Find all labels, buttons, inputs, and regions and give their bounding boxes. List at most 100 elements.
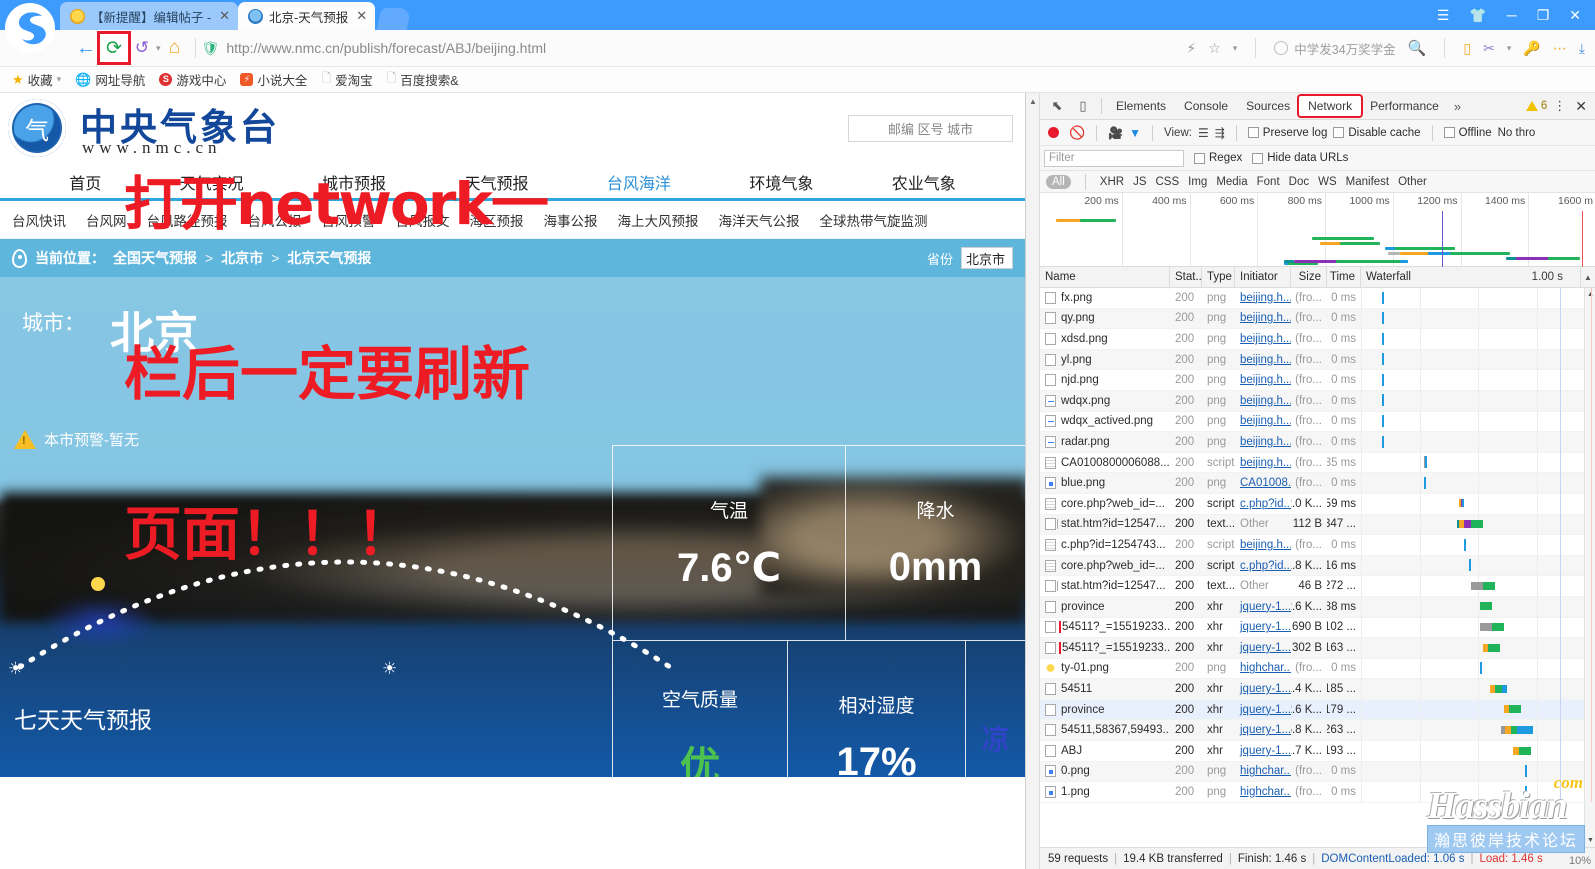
initiator-link[interactable]: beijing.h... [1240, 436, 1291, 448]
subnav-item[interactable]: 海洋天气公报 [719, 210, 800, 230]
nav-item-observation[interactable]: 天气实况 [180, 170, 244, 194]
table-row[interactable]: radar.png 200 png beijing.h... (fro... 0 ms [1040, 431, 1595, 453]
initiator-link[interactable]: c.php?id... [1240, 560, 1291, 572]
initiator-link[interactable]: jquery-1.... [1240, 704, 1291, 716]
initiator-link[interactable]: jquery-1.... [1240, 621, 1291, 633]
initiator-link[interactable]: beijing.h... [1240, 333, 1291, 345]
star-icon[interactable]: ☆ [1208, 40, 1221, 57]
table-row[interactable]: 0.png 200 png highchar... (fro... 0 ms [1040, 761, 1595, 783]
initiator-link[interactable]: beijing.h... [1240, 457, 1291, 469]
history-icon[interactable]: ↺ [128, 34, 156, 62]
initiator-link[interactable]: CA01008... [1240, 477, 1291, 489]
table-row[interactable]: blue.png 200 png CA01008... (fro... 0 ms [1040, 472, 1595, 494]
new-tab-button[interactable] [376, 8, 412, 30]
tab-performance[interactable]: Performance [1361, 96, 1448, 116]
more-options-icon[interactable]: ⋯ [1553, 40, 1567, 57]
scissors-icon[interactable]: ✂ [1483, 40, 1495, 57]
network-overview-timeline[interactable]: 200 ms 400 ms 600 ms 800 ms 1000 ms 1200 ms 14… [1040, 193, 1595, 267]
inspect-element-icon[interactable]: ⬉ [1044, 95, 1070, 117]
key-icon[interactable]: 🔑 [1523, 40, 1540, 57]
nav-item-agriculture[interactable]: 农业气象 [892, 170, 956, 194]
mobile-preview-icon[interactable]: ▯ [1463, 40, 1471, 57]
preserve-log-checkbox[interactable]: Preserve log [1247, 127, 1327, 139]
minimize-icon[interactable]: ─ [1507, 8, 1517, 22]
table-row[interactable]: ABJ 200 xhr jquery-1....1.7 K... 193 ... [1040, 740, 1595, 762]
initiator-link[interactable]: jquery-1.... [1240, 601, 1291, 613]
table-row[interactable]: province 200 xhr jquery-1....2.6 K... 88 ms [1040, 596, 1595, 618]
lightning-icon[interactable]: ⚡ [1186, 40, 1196, 57]
initiator-link[interactable]: beijing.h... [1240, 415, 1291, 427]
table-row[interactable]: wdqx_actived.png 200 png beijing.h... (fro..… [1040, 411, 1595, 433]
record-button[interactable] [1048, 127, 1059, 138]
chevron-down-icon[interactable]: ▾ [57, 74, 62, 85]
subnav-item[interactable]: 海事公报 [544, 210, 598, 230]
initiator-link[interactable]: jquery-1.... [1240, 642, 1291, 654]
nav-item-weather-forecast[interactable]: 天气预报 [464, 170, 528, 194]
type-filter-css[interactable]: CSS [1155, 176, 1179, 188]
menu-icon[interactable]: ☰ [1437, 8, 1450, 22]
province-select[interactable]: 北京市 [961, 247, 1013, 269]
nav-item-home[interactable]: 首页 [69, 170, 101, 194]
nav-item-environment[interactable]: 环境气象 [749, 170, 813, 194]
subnav-item[interactable]: 台风网 [86, 210, 127, 230]
close-devtools-icon[interactable]: ✕ [1573, 98, 1595, 115]
filter-input[interactable]: Filter [1044, 149, 1184, 167]
more-tabs-icon[interactable]: » [1448, 99, 1467, 114]
tab-network[interactable]: Network [1297, 94, 1364, 118]
capture-screenshots-icon[interactable]: 🎥 [1108, 126, 1123, 140]
clear-icon[interactable]: 🚫 [1069, 125, 1085, 141]
type-filter-other[interactable]: Other [1398, 176, 1427, 188]
chevron-down-icon[interactable]: ▾ [1507, 43, 1512, 54]
initiator-link[interactable]: beijing.h... [1240, 312, 1291, 324]
table-row[interactable]: CA0100800006088... 200 script beijing.h... (… [1040, 452, 1595, 474]
tab-console[interactable]: Console [1175, 96, 1237, 116]
chevron-down-icon[interactable]: ▾ [1233, 43, 1238, 54]
column-initiator[interactable]: Initiator [1235, 266, 1291, 288]
initiator-link[interactable]: beijing.h... [1240, 354, 1291, 366]
table-row[interactable]: core.php?web_id=...200scriptc.php?id...1… [1040, 555, 1595, 577]
download-icon[interactable]: ⤓ [1579, 40, 1585, 57]
column-name[interactable]: Name [1040, 266, 1170, 288]
initiator-link[interactable]: beijing.h... [1240, 374, 1291, 386]
promo-search-box[interactable]: 中学发34万奖学金 [1274, 39, 1396, 58]
table-row[interactable]: 54511 200 xhr jquery-1....1.4 K... 185 ... [1040, 678, 1595, 700]
table-row[interactable]: province 200 xhr jquery-1....2.6 K... 179 ..… [1040, 699, 1595, 721]
browser-tab-1[interactable]: 【新提醒】编辑帖子 - ✕ [60, 2, 239, 30]
bookmark-favorites[interactable]: ★ 收藏 ▾ [12, 70, 61, 89]
reload-button[interactable]: ⟳ [97, 31, 131, 65]
initiator-link[interactable]: highchar... [1240, 765, 1291, 777]
close-icon[interactable]: ✕ [356, 8, 367, 24]
disable-cache-checkbox[interactable]: Disable cache [1333, 127, 1421, 139]
table-row[interactable]: stat.htm?id=12547... 200 text... Other 46 B 2… [1040, 575, 1595, 597]
subnav-item[interactable]: 台风预警 [322, 210, 376, 230]
tab-elements[interactable]: Elements [1107, 96, 1175, 116]
type-filter-img[interactable]: Img [1188, 176, 1207, 188]
back-icon[interactable]: ← [72, 34, 100, 62]
table-row[interactable]: ty-01.png 200 png highchar... (fro... 0 ms [1040, 658, 1595, 680]
initiator-link[interactable]: jquery-1.... [1240, 683, 1291, 695]
view-waterfall-icon[interactable]: ⇶ [1215, 126, 1225, 140]
devtools-settings-icon[interactable]: ⋮ [1547, 98, 1573, 114]
initiator-link[interactable]: highchar... [1240, 662, 1291, 674]
table-row[interactable]: xdsd.png 200 png beijing.h... (fro... 0 ms [1040, 328, 1595, 350]
filter-icon[interactable]: ▼ [1129, 126, 1141, 140]
table-row[interactable]: core.php?web_id=... 200 script c.php?id...2… [1040, 493, 1595, 515]
subnav-item[interactable]: 台风报文 [396, 210, 450, 230]
scroll-up-icon[interactable]: ▲ [1029, 97, 1037, 106]
type-filter-manifest[interactable]: Manifest [1346, 176, 1389, 188]
initiator-link[interactable]: jquery-1.... [1240, 745, 1291, 757]
subnav-item[interactable]: 海区预报 [470, 210, 524, 230]
breadcrumb-item-city[interactable]: 北京市 [221, 248, 263, 268]
address-bar[interactable]: 🛡 http://www.nmc.cn/publish/forecast/ABJ… [202, 35, 1187, 61]
type-filter-font[interactable]: Font [1257, 176, 1280, 188]
table-row[interactable]: wdqx.png 200 png beijing.h... (fro... 0 ms [1040, 390, 1595, 412]
hide-data-urls-checkbox[interactable]: Hide data URLs [1252, 152, 1348, 164]
close-icon[interactable]: ✕ [1569, 8, 1581, 22]
device-toolbar-icon[interactable]: ▯ [1070, 95, 1096, 117]
search-icon[interactable]: 🔍 [1408, 39, 1427, 57]
skin-icon[interactable]: 👕 [1469, 8, 1486, 22]
table-row[interactable]: yl.png 200 png beijing.h... (fro... 0 ms [1040, 349, 1595, 371]
warning-count-badge[interactable]: 6 [1525, 100, 1547, 112]
column-size[interactable]: Size [1291, 266, 1327, 288]
subnav-item[interactable]: 台风快讯 [12, 210, 66, 230]
